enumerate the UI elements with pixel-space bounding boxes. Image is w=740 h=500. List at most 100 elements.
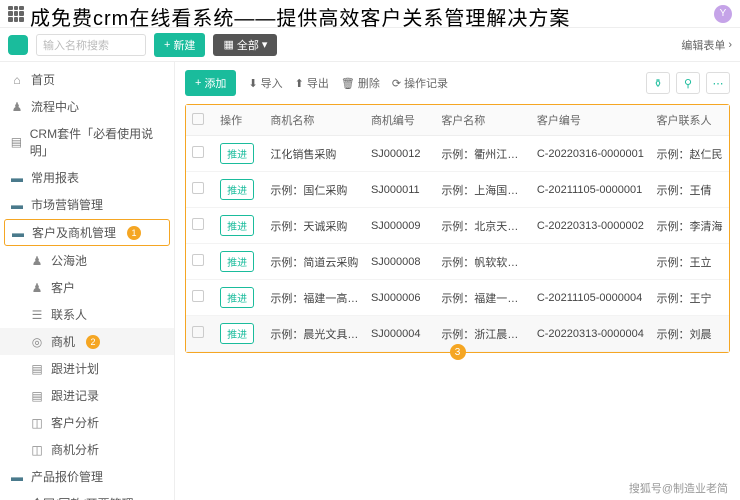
annotation-badge-3: 3 bbox=[450, 344, 466, 360]
sidebar-item[interactable]: ◎ 商机 2 bbox=[0, 328, 174, 355]
target-icon: ◎ bbox=[30, 335, 44, 349]
sidebar-item-label: 商机分析 bbox=[51, 441, 99, 458]
table-row[interactable]: 推进 示例：国仁采购 SJ000011 示例：上海国仁有限... C-20211… bbox=[186, 172, 729, 208]
annotation-badge: 2 bbox=[86, 335, 100, 349]
record-icon: ▤ bbox=[30, 389, 44, 403]
checkbox[interactable] bbox=[192, 290, 204, 302]
table-row[interactable]: 推进 示例：天诚采购 SJ000009 示例：北京天诚软件... C-20220… bbox=[186, 208, 729, 244]
sidebar-item-label: 常用报表 bbox=[31, 169, 79, 186]
filter-button[interactable]: ⚱ bbox=[646, 72, 670, 94]
sidebar-item[interactable]: ▤ 跟进记录 bbox=[0, 382, 174, 409]
cell-customer: 示例：福建一高集团 bbox=[435, 280, 531, 316]
export-button[interactable]: ⬆导出 bbox=[295, 75, 329, 91]
overlay-title: 成免费crm在线看系统——提供高效客户关系管理解决方案 bbox=[30, 2, 570, 31]
push-button[interactable]: 推进 bbox=[220, 251, 254, 272]
column-header[interactable]: 操作 bbox=[214, 105, 264, 136]
sidebar-item[interactable]: ◫客户分析 bbox=[0, 409, 174, 436]
sidebar-item[interactable]: ▬合同/回款/开票管理 bbox=[0, 490, 174, 500]
search-icon: ⚲ bbox=[684, 77, 692, 90]
cell-name: 示例：简道云采购 bbox=[264, 244, 365, 280]
sidebar-item-label: 跟进记录 bbox=[51, 387, 99, 404]
checkbox[interactable] bbox=[192, 326, 204, 338]
search-button[interactable]: ⚲ bbox=[676, 72, 700, 94]
sidebar-item-label: 客户及商机管理 bbox=[32, 224, 116, 241]
cell-customer-code: C-20220313-0000002 bbox=[531, 208, 651, 244]
sidebar-item[interactable]: ♟ 客户 bbox=[0, 274, 174, 301]
cell-code: SJ000012 bbox=[365, 136, 435, 172]
table-row[interactable]: 推进 示例：简道云采购 SJ000008 示例：帆软软件有限公司 示例：王立 bbox=[186, 244, 729, 280]
column-header[interactable]: 客户联系人 bbox=[651, 105, 729, 136]
sidebar-item[interactable]: ▬市场营销管理 bbox=[0, 191, 174, 218]
sidebar-item-label: CRM套件「必看使用说明」 bbox=[30, 125, 164, 159]
sidebar-item[interactable]: ◫商机分析 bbox=[0, 436, 174, 463]
sidebar-item[interactable]: ▬产品报价管理 bbox=[0, 463, 174, 490]
import-button[interactable]: ⬇导入 bbox=[248, 75, 282, 91]
cell-customer-code: C-20211105-0000001 bbox=[531, 172, 651, 208]
chevron-down-icon: ▾ bbox=[262, 38, 268, 51]
search-input[interactable]: 输入名称搜索 bbox=[36, 34, 146, 56]
sidebar-item-label: 合同/回款/开票管理 bbox=[31, 495, 134, 500]
sidebar-item[interactable]: ⌂首页 bbox=[0, 66, 174, 93]
push-button[interactable]: 推进 bbox=[220, 143, 254, 164]
sidebar-item-label: 公海池 bbox=[51, 252, 87, 269]
sidebar-item[interactable]: ▤跟进计划 bbox=[0, 355, 174, 382]
cell-customer-code: C-20220313-0000004 bbox=[531, 316, 651, 352]
sidebar: ⌂首页♟流程中心▤CRM套件「必看使用说明」▬常用报表▬市场营销管理▬客户及商机… bbox=[0, 62, 175, 500]
sidebar-item-label: 流程中心 bbox=[31, 98, 79, 115]
cell-contact: 示例：王倩 bbox=[651, 172, 729, 208]
column-header[interactable]: 客户名称 bbox=[435, 105, 531, 136]
checkbox[interactable] bbox=[192, 254, 204, 266]
sidebar-item[interactable]: ▤CRM套件「必看使用说明」 bbox=[0, 120, 174, 164]
dots-icon: ⋯ bbox=[713, 77, 724, 90]
sidebar-item-label: 商机 bbox=[51, 333, 75, 350]
cell-name: 示例：晨光文具设备... bbox=[264, 316, 365, 352]
cell-contact: 示例：王宁 bbox=[651, 280, 729, 316]
sidebar-item-label: 市场营销管理 bbox=[31, 196, 103, 213]
new-button[interactable]: +新建 bbox=[154, 33, 205, 57]
checkbox[interactable] bbox=[192, 182, 204, 194]
sidebar-item-label: 联系人 bbox=[51, 306, 87, 323]
push-button[interactable]: 推进 bbox=[220, 287, 254, 308]
add-button[interactable]: +添加 bbox=[185, 70, 236, 96]
column-header[interactable]: 客户编号 bbox=[531, 105, 651, 136]
column-header[interactable]: 商机编号 bbox=[365, 105, 435, 136]
apps-icon[interactable] bbox=[8, 6, 24, 22]
sidebar-item[interactable]: ▬客户及商机管理1 bbox=[4, 219, 170, 246]
cell-name: 示例：福建一高3月订单 bbox=[264, 280, 365, 316]
log-button[interactable]: ⟳操作记录 bbox=[392, 75, 448, 91]
checkbox[interactable] bbox=[192, 218, 204, 230]
sidebar-item[interactable]: ▬ 常用报表 bbox=[0, 164, 174, 191]
sidebar-item[interactable]: ♟ 流程中心 bbox=[0, 93, 174, 120]
sidebar-item[interactable]: ☰联系人 bbox=[0, 301, 174, 328]
push-button[interactable]: 推进 bbox=[220, 323, 254, 344]
avatar[interactable]: Y bbox=[714, 5, 732, 23]
edit-form-button[interactable]: 编辑表单› bbox=[681, 37, 732, 53]
table-row[interactable]: 推进 示例：福建一高3月订单 SJ000006 示例：福建一高集团 C-2021… bbox=[186, 280, 729, 316]
chevron-right-icon: › bbox=[728, 39, 732, 51]
sidebar-item-label: 客户 bbox=[51, 279, 75, 296]
folder-icon: ▬ bbox=[10, 171, 24, 185]
home-icon: ⌂ bbox=[10, 73, 24, 87]
flow-icon: ♟ bbox=[10, 100, 24, 114]
toolbar: +添加 ⬇导入 ⬆导出 🗑删除 ⟳操作记录 ⚱ ⚲ ⋯ bbox=[185, 70, 730, 96]
push-button[interactable]: 推进 bbox=[220, 215, 254, 236]
tab-all[interactable]: ▦全部▾ bbox=[213, 34, 277, 56]
checkbox[interactable] bbox=[192, 146, 204, 158]
push-button[interactable]: 推进 bbox=[220, 179, 254, 200]
more-button[interactable]: ⋯ bbox=[706, 72, 730, 94]
app-logo-icon bbox=[8, 35, 28, 55]
grid-icon: ▦ bbox=[223, 38, 233, 51]
folder-icon: ▬ bbox=[10, 470, 24, 484]
user-icon: ♟ bbox=[30, 281, 44, 295]
cell-customer-code: C-20211105-0000004 bbox=[531, 280, 651, 316]
sidebar-item[interactable]: ♟公海池 bbox=[0, 247, 174, 274]
cell-name: 示例：天诚采购 bbox=[264, 208, 365, 244]
clock-icon: ⟳ bbox=[392, 77, 401, 90]
column-header[interactable]: 商机名称 bbox=[264, 105, 365, 136]
cell-customer: 示例：北京天诚软件... bbox=[435, 208, 531, 244]
plus-icon: + bbox=[195, 77, 201, 89]
footer-credit: 搜狐号@制造业老简 bbox=[629, 480, 728, 496]
checkbox-all[interactable] bbox=[192, 113, 204, 125]
table-row[interactable]: 推进 江化销售采购 SJ000012 示例：衢州江化集团 C-20220316-… bbox=[186, 136, 729, 172]
delete-button[interactable]: 🗑删除 bbox=[341, 75, 380, 91]
